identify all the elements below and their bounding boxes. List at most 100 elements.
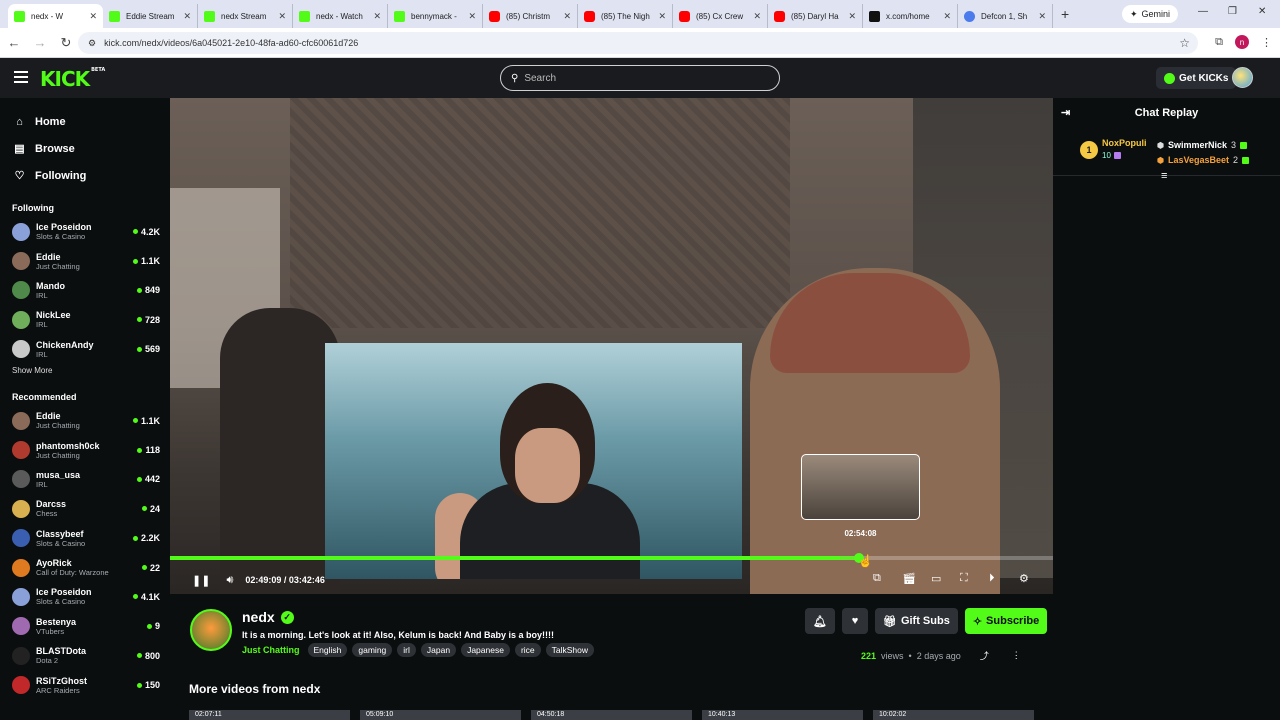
channel-item[interactable]: Eddie Just Chatting 1.1K [0, 406, 170, 435]
sidebar-nav-item[interactable]: ▤ Browse [0, 135, 170, 162]
share-icon[interactable]: ⤴ [980, 649, 989, 662]
channel-item[interactable]: Ice Poseidon Slots & Casino 4.1K [0, 582, 170, 611]
reload-icon[interactable]: ↻ [54, 35, 78, 51]
settings-gear-icon[interactable]: ⚙ [1019, 572, 1029, 585]
browser-tab[interactable]: Eddie Stream ✕ [103, 4, 198, 28]
channel-item[interactable]: Bestenya VTubers 9 [0, 612, 170, 641]
bookmark-star-icon[interactable]: ☆ [1179, 36, 1190, 50]
browser-tab[interactable]: bennymack - ✕ [388, 4, 483, 28]
clip-icon[interactable]: 🎬︎ [902, 572, 916, 585]
channel-item[interactable]: NickLee IRL 728 [0, 305, 170, 334]
user-avatar[interactable] [1232, 67, 1253, 88]
live-dot-icon [136, 317, 142, 323]
browser-tab[interactable]: nedx Stream ✕ [198, 4, 293, 28]
close-tab-icon[interactable]: ✕ [848, 11, 856, 22]
channel-item[interactable]: Eddie Just Chatting 1.1K [0, 246, 170, 275]
video-thumbnail[interactable]: 05:09:10 [360, 710, 521, 720]
channel-item[interactable]: RSiTzGhost ARC Raiders 150 [0, 670, 170, 699]
collapse-chat-icon[interactable]: ⇥ [1061, 106, 1070, 119]
channel-item[interactable]: BLASTDota Dota 2 800 [0, 641, 170, 670]
minimize-icon[interactable]: — [1198, 6, 1208, 17]
browser-menu-icon[interactable]: ⋮ [1261, 36, 1272, 49]
miniplayer-icon[interactable]: ⧉ [873, 572, 881, 585]
video-thumbnail[interactable]: 10:02:02 [873, 710, 1034, 720]
get-kicks-button[interactable]: Get KICKs [1156, 67, 1237, 89]
search-input[interactable]: ⚲ Search [500, 65, 780, 91]
close-tab-icon[interactable]: ✕ [563, 11, 571, 22]
close-tab-icon[interactable]: ✕ [753, 11, 761, 22]
channel-item[interactable]: Mando IRL 849 [0, 276, 170, 305]
forward-icon[interactable]: → [28, 35, 52, 50]
fullscreen-icon[interactable]: ⛶ [960, 572, 968, 585]
pause-icon[interactable]: ❚❚ [192, 574, 210, 587]
close-tab-icon[interactable]: ✕ [89, 11, 97, 22]
close-tab-icon[interactable]: ✕ [468, 11, 476, 22]
more-options-icon[interactable]: ⋮ [1012, 650, 1021, 661]
site-info-icon[interactable]: ⚙ [88, 38, 96, 49]
video-thumbnail[interactable]: 10:40:13 [702, 710, 863, 720]
video-thumbnail[interactable]: 04:50:18 [531, 710, 692, 720]
channel-item[interactable]: musa_usa IRL 442 [0, 465, 170, 494]
tag-pill[interactable]: gaming [352, 643, 393, 657]
channel-item[interactable]: Ice Poseidon Slots & Casino 4.2K [0, 217, 170, 246]
gifter-row[interactable]: ⬢ SwimmerNick 3 [1157, 140, 1248, 150]
url-field[interactable]: ⚙ kick.com/nedx/videos/6a045021-2e10-48f… [78, 32, 1198, 54]
close-tab-icon[interactable]: ✕ [278, 11, 286, 22]
category-link[interactable]: Just Chatting [242, 645, 300, 655]
browser-tab[interactable]: nedx - W ✕ [8, 4, 103, 28]
channel-avatar[interactable] [190, 609, 232, 651]
browser-tab[interactable]: (85) Christm ✕ [483, 4, 578, 28]
notifications-button[interactable]: 🔔︎ [805, 608, 835, 634]
close-tab-icon[interactable]: ✕ [373, 11, 381, 22]
video-player[interactable]: 02:54:08 ☝ ❚❚ 🔊︎ 02:49:09 / 03:42:46 ⧉ 🎬… [170, 98, 1053, 594]
sidebar-nav-item[interactable]: ♡ Following [0, 162, 170, 189]
tag-pill[interactable]: TalkShow [545, 643, 595, 657]
close-tab-icon[interactable]: ✕ [943, 11, 951, 22]
tag-pill[interactable]: English [307, 643, 348, 657]
gifter-row[interactable]: ⬢ LasVegasBeet 2 [1157, 155, 1250, 165]
video-thumbnail[interactable]: 02:07:11 [189, 710, 350, 720]
kick-logo[interactable]: KICK BETA [40, 67, 105, 91]
tag-pill[interactable]: rice [514, 643, 541, 657]
browser-tab[interactable]: (85) The Nigh ✕ [578, 4, 673, 28]
gift-subs-button[interactable]: 🎁︎ Gift Subs [874, 608, 958, 634]
channel-name: Classybeef [36, 528, 84, 539]
browser-tab[interactable]: (85) Cx Crew ✕ [673, 4, 768, 28]
follow-button[interactable]: ♥ [841, 608, 868, 634]
new-tab-icon[interactable]: + [1061, 6, 1069, 22]
close-tab-icon[interactable]: ✕ [658, 11, 666, 22]
profile-avatar[interactable]: n [1235, 35, 1249, 49]
browser-tab[interactable]: nedx - Watch ✕ [293, 4, 388, 28]
channel-item[interactable]: Classybeef Slots & Casino 2.2K [0, 524, 170, 553]
recommended-title: Recommended [12, 391, 77, 402]
seek-bar-played [170, 556, 840, 560]
browser-tab[interactable]: (85) Daryl Ha ✕ [768, 4, 863, 28]
extensions-icon[interactable]: ⧉ [1215, 36, 1223, 49]
channel-item[interactable]: ChickenAndy IRL 569 [0, 335, 170, 364]
channel-name[interactable]: nedx [242, 609, 275, 625]
autoplay-icon[interactable]: ⏵ [989, 572, 995, 585]
volume-icon[interactable]: 🔊︎ [226, 574, 233, 587]
close-tab-icon[interactable]: ✕ [183, 11, 191, 22]
show-more-link[interactable]: Show More [0, 366, 170, 380]
sidebar-nav-item[interactable]: ⌂ Home [0, 108, 170, 135]
channel-item[interactable]: Darcss Chess 24 [0, 494, 170, 523]
tag-pill[interactable]: Japan [420, 643, 457, 657]
back-icon[interactable]: ← [2, 35, 26, 50]
subscribe-button[interactable]: ✧ Subscribe [964, 608, 1048, 634]
theater-mode-icon[interactable]: ▭ [931, 572, 941, 585]
gemini-button[interactable]: ✦ Gemini [1122, 5, 1179, 23]
tag-pill[interactable]: Japanese [461, 643, 510, 657]
menu-icon[interactable] [14, 71, 28, 83]
channel-item[interactable]: AyoRick Call of Duty: Warzone 22 [0, 553, 170, 582]
seek-bar[interactable] [170, 553, 1053, 563]
browser-tab[interactable]: Defcon 1, Sh ✕ [958, 4, 1053, 28]
close-tab-icon[interactable]: ✕ [1038, 11, 1046, 22]
channel-item[interactable]: phantomsh0ck Just Chatting 118 [0, 435, 170, 464]
top-gifter-name[interactable]: NoxPopuli [1102, 138, 1147, 148]
close-window-icon[interactable]: ✕ [1258, 6, 1266, 17]
expand-leaderboard-icon[interactable]: ≡ [1161, 170, 1167, 182]
maximize-icon[interactable]: ❐ [1228, 6, 1237, 17]
tag-pill[interactable]: irl [397, 643, 416, 657]
browser-tab[interactable]: x.com/home ✕ [863, 4, 958, 28]
